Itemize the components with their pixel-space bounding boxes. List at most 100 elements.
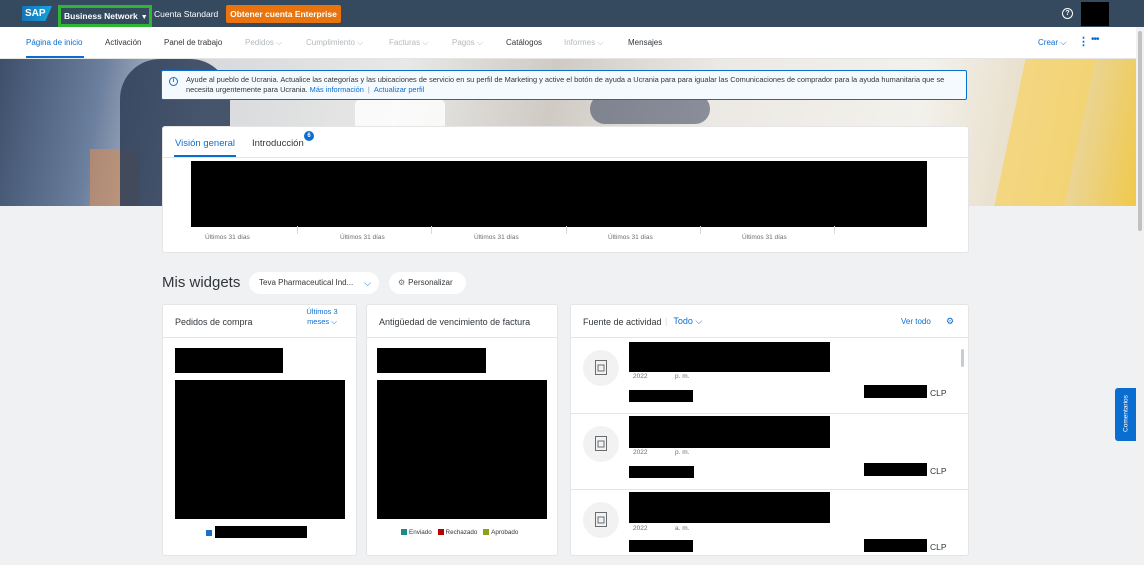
filter-settings-icon[interactable]: ⚙ [946, 316, 954, 327]
tab-introduction[interactable]: Introducción [252, 138, 304, 149]
page-scrollbar[interactable] [1136, 27, 1144, 565]
period-filter[interactable]: Últimos 3 meses ⌵ [297, 307, 347, 327]
legend-swatch-sent [401, 529, 407, 535]
main-nav: Página de inicio Activación Panel de tra… [0, 27, 1136, 59]
vertical-dots-icon[interactable]: ⋮ [1078, 35, 1089, 48]
activity-ampm: p. m. [675, 373, 690, 380]
more-info-link[interactable]: Más información [310, 85, 364, 94]
legend-sent: Enviado [409, 529, 432, 536]
tab-overview[interactable]: Visión general [175, 138, 235, 149]
customer-selector-value: Teva Pharmaceutical Ind... [259, 278, 354, 287]
redacted-amount [864, 539, 927, 552]
user-avatar[interactable] [1081, 2, 1109, 26]
view-all-link[interactable]: Ver todo [901, 317, 931, 326]
widget-title: Pedidos de compra [175, 317, 253, 327]
redacted-metrics [191, 161, 927, 227]
introduction-badge: 6 [304, 131, 314, 141]
scrollbar-thumb[interactable] [1138, 31, 1142, 231]
metric-period: Últimos 31 días [742, 234, 787, 241]
redacted-chart [175, 380, 345, 519]
create-menu[interactable]: Crear ⌵ [1038, 38, 1066, 48]
widget-header: Antigüedad de vencimiento de factura [367, 305, 557, 338]
overview-card: Visión general Introducción 6 Últimos 31… [162, 126, 969, 253]
activity-year: 2022 [633, 449, 648, 456]
currency-label: CLP [930, 466, 947, 476]
list-item[interactable]: 2022 p. m. CLP [571, 338, 968, 414]
metric-period: Últimos 31 días [608, 234, 653, 241]
legend-approved: Aprobado [491, 529, 519, 536]
purchase-orders-widget: Pedidos de compra Últimos 3 meses ⌵ [162, 304, 357, 556]
redacted-value [377, 348, 486, 373]
activity-ampm: p. m. [675, 449, 690, 456]
nav-item-orders[interactable]: Pedidos ⌵ [245, 38, 282, 48]
upgrade-enterprise-button[interactable]: Obtener cuenta Enterprise [226, 5, 341, 23]
caret-down-icon: ▼ [140, 14, 148, 21]
info-banner: i Ayude al pueblo de Ucrania. Actualice … [161, 70, 967, 100]
legend-rejected: Rechazado [445, 529, 478, 536]
more-options-icon[interactable]: ••• [1091, 34, 1099, 45]
nav-item-home[interactable]: Página de inicio [26, 38, 82, 47]
metric-period: Últimos 31 días [474, 234, 519, 241]
legend-swatch-approved [483, 529, 490, 535]
business-network-label: Business Network [64, 11, 138, 21]
hero-decor [994, 59, 1096, 206]
metric-divider [700, 226, 701, 234]
sap-logo[interactable]: SAP [22, 6, 52, 21]
metric-divider [834, 226, 835, 234]
redacted-value [175, 348, 283, 373]
account-type-label: Cuenta Standard [154, 9, 219, 19]
nav-item-invoices[interactable]: Facturas ⌵ [389, 38, 428, 48]
currency-label: CLP [930, 388, 947, 398]
widget-title: Antigüedad de vencimiento de factura [379, 317, 531, 327]
create-label: Crear [1038, 38, 1059, 47]
redacted-title [629, 492, 830, 523]
metric-period: Últimos 31 días [205, 234, 250, 241]
nav-item-activation[interactable]: Activación [105, 38, 141, 47]
list-item[interactable]: 2022 p. m. CLP [571, 414, 968, 490]
activity-year: 2022 [633, 525, 648, 532]
help-icon[interactable]: ? [1062, 8, 1073, 19]
nav-item-reports[interactable]: Informes ⌵ [564, 38, 603, 48]
chevron-down-icon: ⌵ [364, 278, 371, 288]
invoice-aging-widget: Antigüedad de vencimiento de factura Env… [366, 304, 558, 556]
redacted-subtitle [629, 540, 693, 552]
metric-divider [566, 226, 567, 234]
list-item[interactable]: 2022 a. m. CLP [571, 490, 968, 555]
activity-ampm: a. m. [675, 525, 690, 532]
customer-selector[interactable]: Teva Pharmaceutical Ind... ⌵ [249, 272, 379, 294]
widgets-title: Mis widgets [162, 274, 241, 291]
activity-filter[interactable]: | Todo ⌵ [665, 316, 702, 327]
document-icon [583, 502, 619, 538]
feedback-button[interactable]: Comentarios [1115, 388, 1136, 441]
active-tab-indicator [26, 56, 84, 58]
update-profile-link[interactable]: Actualizar perfil [374, 85, 425, 94]
redacted-amount [864, 385, 927, 398]
link-separator: | [367, 85, 370, 94]
activity-year: 2022 [633, 373, 648, 380]
metric-divider [297, 226, 298, 234]
feedback-label: Comentarios [1122, 395, 1130, 432]
tab-divider [163, 157, 968, 158]
period-filter-label: Últimos 3 meses [306, 307, 338, 326]
redacted-chart [377, 380, 547, 519]
feed-scrollbar[interactable] [961, 349, 964, 367]
redacted-subtitle [629, 390, 693, 402]
widget-header: Pedidos de compra Últimos 3 meses ⌵ [163, 305, 356, 338]
shell-bar: SAP Business Network ▼ Cuenta Standard Ob… [0, 0, 1144, 27]
nav-item-messages[interactable]: Mensajes [628, 38, 662, 47]
widget-title: Fuente de actividad [583, 317, 662, 327]
redacted-subtitle [629, 466, 694, 478]
nav-item-payments[interactable]: Pagos ⌵ [452, 38, 483, 48]
customize-button[interactable]: ⚙ Personalizar [389, 272, 466, 294]
activity-feed-widget: Fuente de actividad | Todo ⌵ Ver todo ⚙ 2… [570, 304, 969, 556]
sliders-icon: ⚙ [398, 278, 406, 287]
business-network-menu[interactable]: Business Network ▼ [58, 5, 152, 27]
document-icon [583, 426, 619, 462]
nav-item-workbench[interactable]: Panel de trabajo [164, 38, 222, 47]
nav-item-fulfillment[interactable]: Cumplimiento ⌵ [306, 38, 363, 48]
filter-separator: | [665, 316, 668, 326]
nav-item-catalogs[interactable]: Catálogos [506, 38, 542, 47]
document-icon [583, 350, 619, 386]
widget-header: Fuente de actividad | Todo ⌵ Ver todo ⚙ [571, 305, 968, 338]
metric-divider [431, 226, 432, 234]
